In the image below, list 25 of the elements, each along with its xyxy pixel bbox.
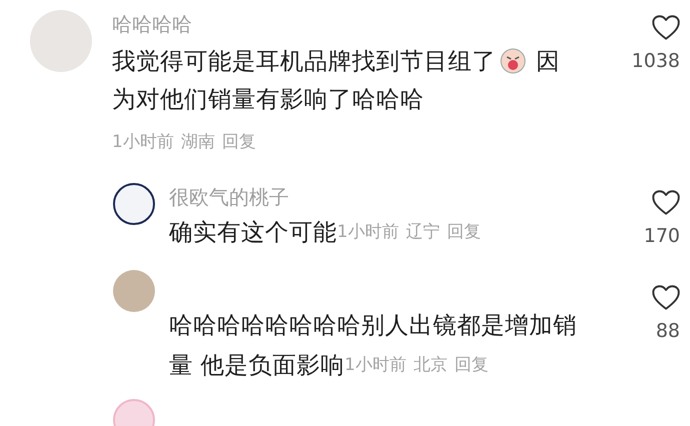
crying-face-icon (500, 48, 526, 74)
comment-time: 1小时前 (112, 132, 174, 152)
comment-time: 1小时前 (337, 221, 399, 244)
username[interactable]: 哈哈哈哈 (112, 10, 192, 38)
reply-link[interactable]: 回复 (222, 132, 256, 152)
heart-icon[interactable] (651, 284, 681, 311)
reply-link[interactable]: 回复 (454, 344, 488, 387)
comment-time: 1小时前 (344, 354, 406, 377)
comment-text: 确实有这个可能 (169, 217, 337, 248)
username[interactable]: 很欧气的桃子 (169, 183, 289, 211)
comment-text: 因 (536, 46, 560, 77)
heart-icon[interactable] (651, 14, 681, 41)
like-count: 88 (656, 320, 680, 342)
comment-text: 哈哈哈哈哈哈哈哈别人出镜都是增加销 (169, 310, 577, 341)
reply-link[interactable]: 回复 (446, 213, 481, 251)
like-count: 170 (644, 225, 680, 247)
comment-location: 湖南 (180, 132, 215, 152)
avatar-icon[interactable] (113, 183, 155, 225)
heart-icon[interactable] (651, 189, 681, 216)
comment-text: 为对他们销量有影响了哈哈哈 (112, 84, 424, 115)
like-count: 1038 (632, 50, 680, 72)
comment-text: 我觉得可能是耳机品牌找到节目组了 (112, 46, 496, 77)
comment-location: 辽宁 (406, 221, 440, 244)
comment-location: 北京 (413, 354, 448, 377)
comment-text: 量 他是负面影响 (169, 350, 344, 381)
